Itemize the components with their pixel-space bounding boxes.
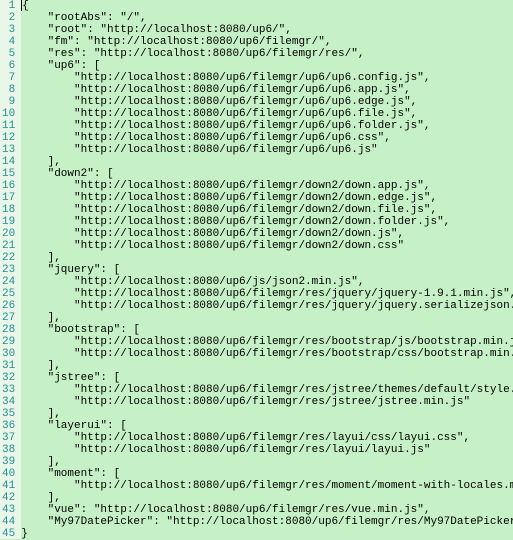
code-line[interactable]: ], xyxy=(21,252,513,264)
code-line[interactable]: "jquery": [ xyxy=(21,264,513,276)
line-number: 3 xyxy=(2,24,15,36)
line-number: 23 xyxy=(2,264,15,276)
code-line[interactable]: "http://localhost:8080/up6/filemgr/res/b… xyxy=(21,348,513,360)
code-line[interactable]: "http://localhost:8080/up6/filemgr/res/l… xyxy=(21,444,513,456)
code-line[interactable]: "res": "http://localhost:8080/up6/filemg… xyxy=(21,48,513,60)
line-number: 4 xyxy=(2,36,15,48)
code-line[interactable]: "http://localhost:8080/up6/filemgr/res/j… xyxy=(21,384,513,396)
line-number: 31 xyxy=(2,360,15,372)
code-line[interactable]: "up6": [ xyxy=(21,60,513,72)
code-line[interactable]: ], xyxy=(21,456,513,468)
code-line[interactable]: "http://localhost:8080/up6/filemgr/down2… xyxy=(21,228,513,240)
code-editor[interactable]: { "rootAbs": "/", "root": "http://localh… xyxy=(21,0,513,539)
line-number: 41 xyxy=(2,480,15,492)
line-number: 19 xyxy=(2,216,15,228)
line-number: 44 xyxy=(2,516,15,528)
line-number: 38 xyxy=(2,444,15,456)
line-number: 16 xyxy=(2,180,15,192)
line-number: 21 xyxy=(2,240,15,252)
code-line[interactable]: "http://localhost:8080/up6/filemgr/res/j… xyxy=(21,300,513,312)
line-number: 20 xyxy=(2,228,15,240)
line-number: 7 xyxy=(2,72,15,84)
code-line[interactable]: "http://localhost:8080/up6/filemgr/res/j… xyxy=(21,396,513,408)
code-line[interactable]: ], xyxy=(21,156,513,168)
line-number: 6 xyxy=(2,60,15,72)
code-line[interactable]: ], xyxy=(21,492,513,504)
code-line[interactable]: "moment": [ xyxy=(21,468,513,480)
code-line[interactable]: ], xyxy=(21,360,513,372)
line-number: 40 xyxy=(2,468,15,480)
line-number: 14 xyxy=(2,156,15,168)
line-number-gutter: 1234567891011121314151617181920212223242… xyxy=(0,0,21,539)
line-number: 8 xyxy=(2,84,15,96)
line-number: 29 xyxy=(2,336,15,348)
code-line[interactable]: "My97DatePicker": "http://localhost:8080… xyxy=(21,516,513,528)
line-number: 2 xyxy=(2,12,15,24)
code-line[interactable]: ], xyxy=(21,312,513,324)
line-number: 26 xyxy=(2,300,15,312)
code-line[interactable]: "fm": "http://localhost:8080/up6/filemgr… xyxy=(21,36,513,48)
code-line[interactable]: "down2": [ xyxy=(21,168,513,180)
code-line[interactable]: "root": "http://localhost:8080/up6/", xyxy=(21,24,513,36)
line-number: 35 xyxy=(2,408,15,420)
line-number: 32 xyxy=(2,372,15,384)
line-number: 17 xyxy=(2,192,15,204)
line-number: 25 xyxy=(2,288,15,300)
code-line[interactable]: "http://localhost:8080/up6/filemgr/down2… xyxy=(21,180,513,192)
code-line[interactable]: "http://localhost:8080/up6/filemgr/up6/u… xyxy=(21,144,513,156)
code-line[interactable]: "vue": "http://localhost:8080/up6/filemg… xyxy=(21,504,513,516)
code-line[interactable]: "http://localhost:8080/up6/filemgr/res/b… xyxy=(21,336,513,348)
line-number: 36 xyxy=(2,420,15,432)
code-line[interactable]: "jstree": [ xyxy=(21,372,513,384)
line-number: 13 xyxy=(2,144,15,156)
line-number: 34 xyxy=(2,396,15,408)
code-line[interactable]: "http://localhost:8080/up6/filemgr/down2… xyxy=(21,216,513,228)
line-number: 28 xyxy=(2,324,15,336)
code-line[interactable]: "layerui": [ xyxy=(21,420,513,432)
line-number: 11 xyxy=(2,120,15,132)
line-number: 10 xyxy=(2,108,15,120)
line-number: 1 xyxy=(2,0,15,12)
code-line[interactable]: "http://localhost:8080/up6/filemgr/up6/u… xyxy=(21,72,513,84)
line-number: 22 xyxy=(2,252,15,264)
code-line[interactable]: "rootAbs": "/", xyxy=(21,12,513,24)
code-line[interactable]: } xyxy=(21,528,513,539)
line-number: 27 xyxy=(2,312,15,324)
code-line[interactable]: "http://localhost:8080/up6/filemgr/res/j… xyxy=(21,288,513,300)
code-line[interactable]: "http://localhost:8080/up6/filemgr/up6/u… xyxy=(21,108,513,120)
line-number: 33 xyxy=(2,384,15,396)
line-number: 45 xyxy=(2,528,15,540)
code-line[interactable]: { xyxy=(21,0,513,12)
code-line[interactable]: "http://localhost:8080/up6/js/json2.min.… xyxy=(21,276,513,288)
code-line[interactable]: "http://localhost:8080/up6/filemgr/up6/u… xyxy=(21,84,513,96)
code-line[interactable]: "http://localhost:8080/up6/filemgr/down2… xyxy=(21,204,513,216)
line-number: 5 xyxy=(2,48,15,60)
code-line[interactable]: "http://localhost:8080/up6/filemgr/up6/u… xyxy=(21,96,513,108)
code-line[interactable]: "bootstrap": [ xyxy=(21,324,513,336)
line-number: 9 xyxy=(2,96,15,108)
line-number: 30 xyxy=(2,348,15,360)
code-line[interactable]: "http://localhost:8080/up6/filemgr/res/m… xyxy=(21,480,513,492)
line-number: 18 xyxy=(2,204,15,216)
text-cursor xyxy=(21,0,22,11)
line-number: 42 xyxy=(2,492,15,504)
line-number: 24 xyxy=(2,276,15,288)
line-number: 37 xyxy=(2,432,15,444)
code-line[interactable]: "http://localhost:8080/up6/filemgr/up6/u… xyxy=(21,132,513,144)
line-number: 39 xyxy=(2,456,15,468)
line-number: 15 xyxy=(2,168,15,180)
line-number: 43 xyxy=(2,504,15,516)
code-line[interactable]: "http://localhost:8080/up6/filemgr/down2… xyxy=(21,240,513,252)
code-line[interactable]: "http://localhost:8080/up6/filemgr/res/l… xyxy=(21,432,513,444)
line-number: 12 xyxy=(2,132,15,144)
code-line[interactable]: "http://localhost:8080/up6/filemgr/down2… xyxy=(21,192,513,204)
code-line[interactable]: "http://localhost:8080/up6/filemgr/up6/u… xyxy=(21,120,513,132)
code-line[interactable]: ], xyxy=(21,408,513,420)
